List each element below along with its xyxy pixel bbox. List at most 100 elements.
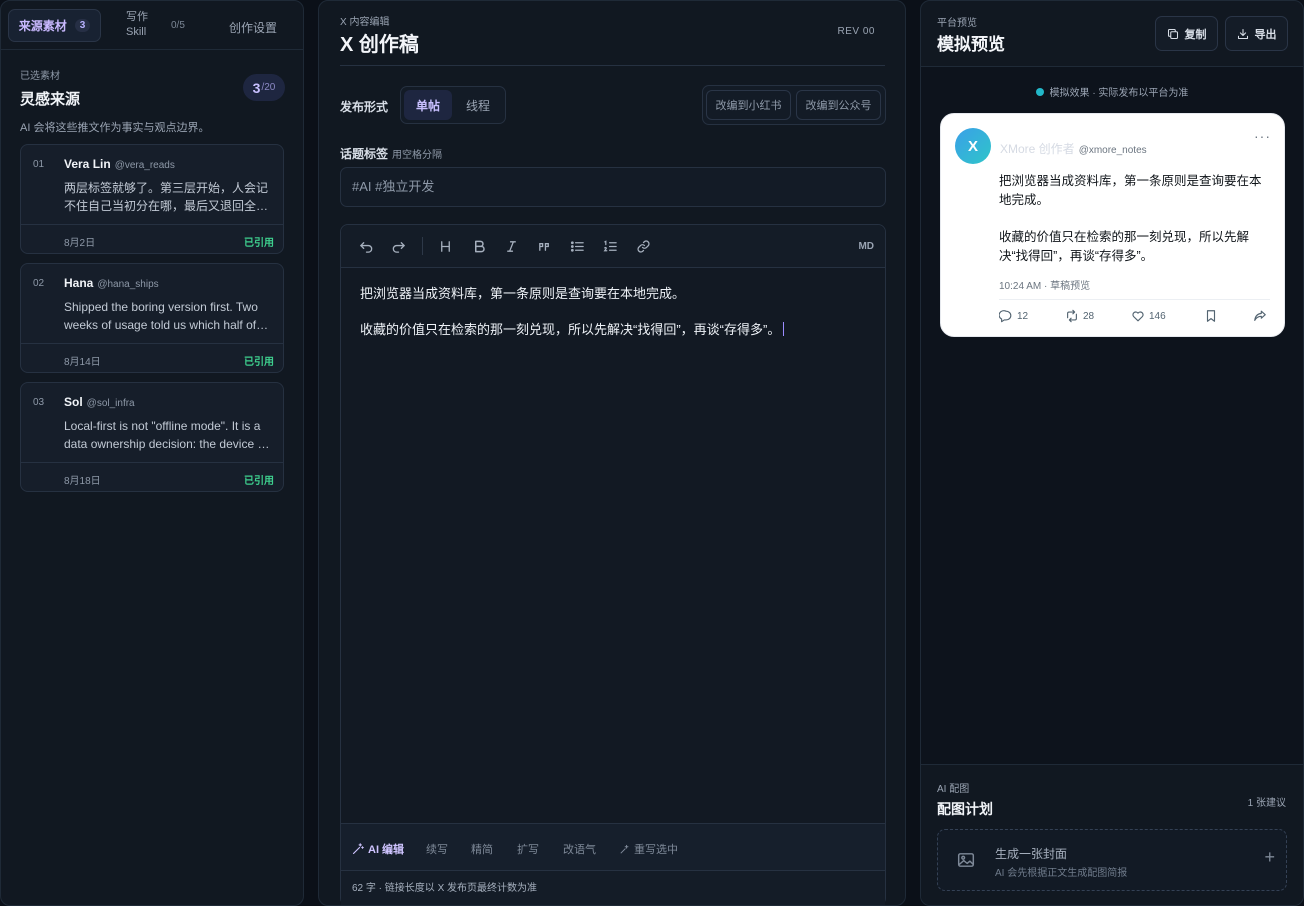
- editor-paragraph: 把浏览器当成资料库，第一条原则是查询要在本地完成。: [360, 286, 686, 301]
- generate-cover-button[interactable]: 生成一张封面 AI 会先根据正文生成配图简报 +: [937, 829, 1287, 891]
- tweet-author-handle: @xmore_notes: [1078, 145, 1147, 156]
- source-card-author: Sol @sol_infra: [64, 395, 135, 409]
- tab-skill-line2: Skill: [126, 26, 147, 38]
- plus-icon: +: [1264, 847, 1275, 867]
- format-label: 发布形式: [340, 100, 389, 114]
- source-card-divider: [21, 462, 283, 463]
- cover-subtitle: AI 会先根据正文生成配图简报: [995, 868, 1128, 879]
- image-plan-eyebrow: AI 配图: [937, 784, 970, 795]
- reply-action[interactable]: 12: [999, 309, 1028, 323]
- source-card[interactable]: 03 Sol @sol_infra Local-first is not "off…: [20, 382, 284, 492]
- tab-writing-skill[interactable]: 写作 Skill: [126, 10, 148, 40]
- image-icon: [957, 853, 975, 867]
- tweet-actions: 12 28 146: [999, 309, 1270, 327]
- preview-eyebrow: 平台预览: [937, 18, 977, 29]
- source-card-number: 03: [33, 397, 45, 408]
- tab-skill-line1: 写作: [126, 11, 148, 23]
- numbered-list-icon[interactable]: [602, 238, 618, 254]
- format-segmented-control: 单帖 线程: [400, 86, 506, 124]
- source-card-text: Local-first is not "offline mode". It is…: [64, 419, 267, 451]
- export-button[interactable]: 导出: [1225, 16, 1288, 51]
- quote-icon[interactable]: [536, 238, 552, 254]
- heading-icon[interactable]: [437, 238, 453, 254]
- sources-counter-badge: 3/20: [243, 74, 285, 101]
- source-card[interactable]: 02 Hana @hana_ships Shipped the boring ve…: [20, 263, 284, 373]
- tweet-body: 把浏览器当成资料库，第一条原则是查询要在本地完成。 收藏的价值只在检索的那一刻兑…: [999, 172, 1271, 284]
- more-icon[interactable]: ···: [1254, 128, 1271, 144]
- preview-notice-text: 模拟效果 · 实际发布以平台为准: [1049, 88, 1189, 99]
- tab-sources-label: 来源素材: [18, 19, 67, 33]
- retweet-action[interactable]: 28: [1065, 309, 1094, 323]
- left-tab-bar: 来源素材 3 写作 Skill 0/5 创作设置: [1, 1, 303, 50]
- source-card-divider: [21, 343, 283, 344]
- revision-label: REV 00: [837, 26, 875, 37]
- source-card-handle: @sol_infra: [86, 398, 135, 409]
- source-card-status: 已引用: [244, 238, 274, 249]
- source-card-author-name: Sol: [64, 395, 83, 409]
- export-label: 导出: [1254, 28, 1277, 41]
- ai-expand-button[interactable]: 扩写: [517, 841, 539, 857]
- like-action[interactable]: 146: [1131, 309, 1166, 323]
- redo-icon[interactable]: [390, 238, 406, 254]
- bookmark-icon: [1206, 310, 1216, 322]
- copy-button[interactable]: 复制: [1155, 16, 1218, 51]
- source-card-date: 8月2日: [64, 238, 96, 249]
- status-dot-icon: [1035, 87, 1044, 96]
- tab-sources-count: 3: [74, 19, 91, 32]
- adapt-wechat-button[interactable]: 改编到公众号: [796, 90, 881, 120]
- sources-panel: 来源素材 3 写作 Skill 0/5 创作设置 已选素材 灵感来源 AI 会将…: [0, 0, 304, 906]
- ai-edit-button[interactable]: AI 编辑: [352, 841, 404, 857]
- rich-text-editor: MD 把浏览器当成资料库，第一条原则是查询要在本地完成。 收藏的价值只在检索的那…: [340, 224, 886, 905]
- header-divider: [340, 65, 885, 66]
- source-card-number: 01: [33, 159, 45, 170]
- editor-paragraph-text: 收藏的价值只在检索的那一刻兑现，所以先解决“找得回”，再谈“存得多”。: [360, 322, 781, 337]
- cover-title: 生成一张封面: [995, 847, 1068, 861]
- format-thread-option[interactable]: 线程: [454, 90, 502, 120]
- toolbar-separator: [422, 237, 423, 255]
- ai-condense-button[interactable]: 精简: [471, 841, 493, 857]
- ai-edit-label: AI 编辑: [368, 844, 405, 856]
- editor-content[interactable]: 把浏览器当成资料库，第一条原则是查询要在本地完成。 收藏的价值只在检索的那一刻兑…: [360, 285, 866, 357]
- magic-wand-icon: [352, 843, 364, 855]
- source-card[interactable]: 01 Vera Lin @vera_reads 两层标签就够了。第三层开始，人会记…: [20, 144, 284, 254]
- tweet-paragraph: 把浏览器当成资料库，第一条原则是查询要在本地完成。: [999, 174, 1262, 207]
- download-icon: [1237, 28, 1248, 39]
- tab-settings[interactable]: 创作设置: [229, 19, 277, 36]
- ai-rewrite-selection-button[interactable]: 重写选中: [619, 841, 678, 857]
- undo-icon[interactable]: [358, 238, 374, 254]
- tab-sources[interactable]: 来源素材 3: [8, 9, 101, 42]
- tweet-author-name: XMore 创作者: [1000, 142, 1075, 156]
- source-card-status: 已引用: [244, 357, 274, 368]
- editor-eyebrow: X 内容编辑: [340, 17, 390, 28]
- sparkle-icon: [620, 844, 629, 853]
- source-card-status: 已引用: [244, 476, 274, 487]
- sources-description: AI 会将这些推文作为事实与观点边界。: [20, 122, 210, 134]
- bookmark-action[interactable]: [1204, 309, 1218, 323]
- retweet-icon: [1067, 309, 1077, 323]
- source-card-text: Shipped the boring version first. Two we…: [64, 300, 258, 332]
- markdown-mode-label[interactable]: MD: [858, 241, 874, 252]
- adapt-button-group: 改编到小红书 改编到公众号: [702, 85, 886, 125]
- share-icon: [1254, 310, 1266, 321]
- format-single-option[interactable]: 单帖: [404, 90, 452, 120]
- copy-label: 复制: [1184, 28, 1207, 41]
- source-card-date: 8月18日: [64, 476, 101, 487]
- tags-hint: 用空格分隔: [392, 150, 443, 161]
- adapt-xiaohongshu-button[interactable]: 改编到小红书: [706, 90, 791, 120]
- share-action[interactable]: [1253, 309, 1267, 323]
- heart-icon: [1132, 311, 1144, 322]
- ai-continue-button[interactable]: 续写: [426, 841, 448, 857]
- tags-label: 话题标签 用空格分隔: [340, 145, 442, 162]
- counter-value: 3: [252, 79, 261, 96]
- italic-icon[interactable]: [503, 238, 519, 254]
- bullet-list-icon[interactable]: [569, 238, 585, 254]
- avatar: X: [955, 128, 991, 164]
- editor-status-bar: 62 字 · 链接长度以 X 发布页最终计数为准: [341, 870, 885, 905]
- link-icon[interactable]: [635, 238, 651, 254]
- preview-title: 模拟预览: [937, 35, 1005, 54]
- preview-panel: 平台预览 模拟预览 复制 导出 模拟效果 · 实际发布以平台为准 X XMore…: [920, 0, 1304, 906]
- tags-input[interactable]: #AI #独立开发: [340, 167, 886, 207]
- text-caret: [783, 322, 785, 336]
- ai-tone-button[interactable]: 改语气: [563, 841, 596, 857]
- bold-icon[interactable]: [471, 238, 487, 254]
